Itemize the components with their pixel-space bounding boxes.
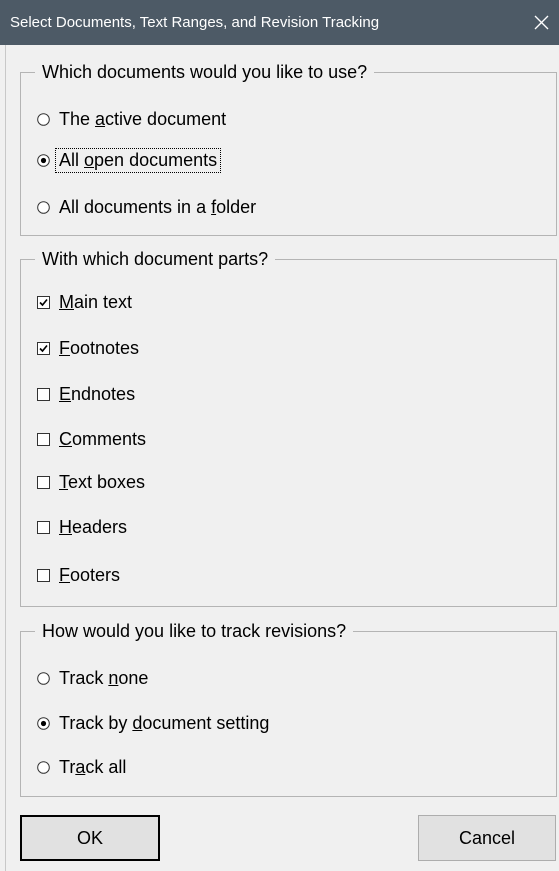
checkbox-endnotes[interactable]: Endnotes xyxy=(37,380,135,408)
radio-icon[interactable] xyxy=(37,200,50,214)
radio-track-none[interactable]: Track none xyxy=(37,664,148,692)
checkbox-icon[interactable] xyxy=(37,432,50,446)
checkbox-footnotes[interactable]: Footnotes xyxy=(37,334,139,362)
checkbox-headers[interactable]: Headers xyxy=(37,513,127,541)
window-title: Select Documents, Text Ranges, and Revis… xyxy=(10,14,380,31)
radio-track-by-document-setting-label: Track by document setting xyxy=(59,712,270,733)
ok-button[interactable]: OK xyxy=(20,815,160,861)
checkbox-comments[interactable]: Comments xyxy=(37,425,146,453)
document-parts-group: With which document parts? Main text Foo… xyxy=(20,247,557,607)
dialog-window: Select Documents, Text Ranges, and Revis… xyxy=(0,0,559,871)
document-parts-group-legend: With which document parts? xyxy=(35,247,276,271)
radio-icon[interactable] xyxy=(37,671,50,685)
close-button[interactable] xyxy=(525,0,559,45)
close-icon xyxy=(534,15,549,30)
radio-selected-icon[interactable] xyxy=(37,716,50,730)
checkbox-endnotes-label: Endnotes xyxy=(59,383,136,404)
radio-track-by-document-setting[interactable]: Track by document setting xyxy=(37,709,269,737)
radio-all-documents-in-folder-label: All documents in a folder xyxy=(59,196,257,217)
radio-icon[interactable] xyxy=(37,760,50,774)
cancel-button[interactable]: Cancel xyxy=(418,815,556,861)
checkbox-footers[interactable]: Footers xyxy=(37,561,120,589)
checkbox-main-text[interactable]: Main text xyxy=(37,288,132,316)
radio-track-none-label: Track none xyxy=(59,667,149,688)
checkbox-icon[interactable] xyxy=(37,475,50,489)
checkbox-icon[interactable] xyxy=(37,520,50,534)
radio-selected-icon[interactable] xyxy=(37,153,50,167)
radio-icon[interactable] xyxy=(37,112,50,126)
track-revisions-group: How would you like to track revisions? T… xyxy=(20,619,557,797)
radio-active-document-label: The active document xyxy=(59,108,227,129)
checkbox-checked-icon[interactable] xyxy=(37,341,50,355)
radio-all-open-documents[interactable]: All open documents xyxy=(37,146,222,174)
checkbox-footers-label: Footers xyxy=(59,564,121,585)
documents-group: Which documents would you like to use? T… xyxy=(20,60,557,236)
cancel-button-label: Cancel xyxy=(458,827,516,848)
checkbox-comments-label: Comments xyxy=(59,428,147,449)
checkbox-headers-label: Headers xyxy=(59,516,128,537)
radio-track-all-label: Track all xyxy=(59,756,127,777)
checkbox-text-boxes-label: Text boxes xyxy=(59,471,146,492)
ok-button-label: OK xyxy=(76,827,103,848)
window-left-edge xyxy=(5,45,6,871)
radio-all-open-documents-label: All open documents xyxy=(55,147,222,173)
title-bar[interactable]: Select Documents, Text Ranges, and Revis… xyxy=(0,0,559,45)
radio-track-all[interactable]: Track all xyxy=(37,753,126,781)
checkbox-icon[interactable] xyxy=(37,568,50,582)
checkbox-checked-icon[interactable] xyxy=(37,295,50,309)
checkbox-text-boxes[interactable]: Text boxes xyxy=(37,468,145,496)
checkbox-footnotes-label: Footnotes xyxy=(59,337,140,358)
checkbox-icon[interactable] xyxy=(37,387,50,401)
radio-active-document[interactable]: The active document xyxy=(37,105,226,133)
checkbox-main-text-label: Main text xyxy=(59,291,133,312)
documents-group-legend: Which documents would you like to use? xyxy=(35,60,375,84)
track-revisions-group-legend: How would you like to track revisions? xyxy=(35,619,354,643)
radio-all-documents-in-folder[interactable]: All documents in a folder xyxy=(37,193,256,221)
